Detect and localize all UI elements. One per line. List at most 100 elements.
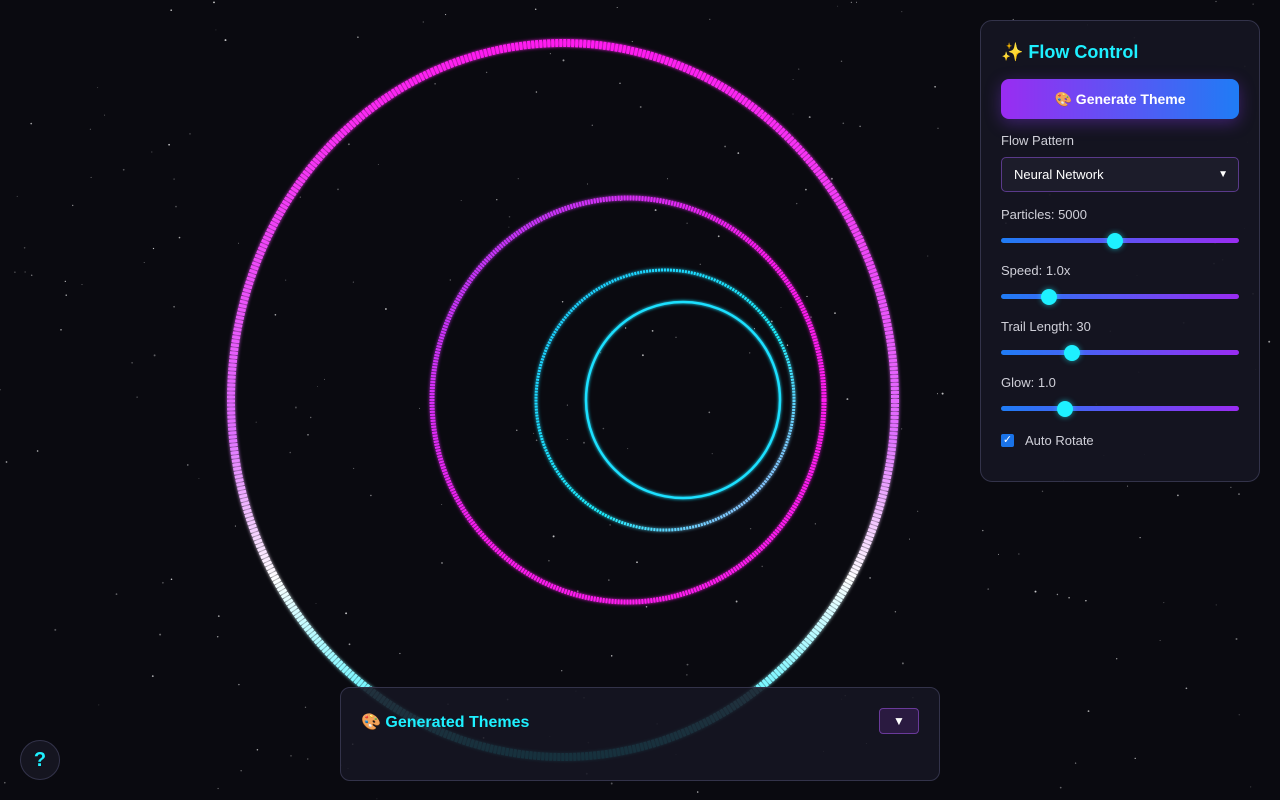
help-button[interactable]: ?: [20, 740, 60, 780]
star: [90, 176, 92, 178]
star: [894, 611, 897, 613]
star: [376, 798, 378, 800]
star: [508, 226, 510, 228]
star: [1238, 493, 1240, 495]
star: [173, 178, 175, 180]
star: [982, 529, 984, 532]
star: [651, 330, 654, 332]
star: [289, 451, 291, 454]
slider[interactable]: [1001, 233, 1239, 249]
star: [549, 53, 551, 55]
star: [441, 562, 443, 564]
star: [352, 281, 354, 283]
slider-track[interactable]: [1001, 350, 1239, 355]
generate-theme-button[interactable]: 🎨 Generate Theme: [1001, 79, 1239, 119]
star: [98, 704, 100, 706]
star: [255, 421, 257, 423]
star: [370, 494, 372, 497]
star: [175, 205, 177, 208]
star: [552, 535, 555, 538]
star: [65, 294, 67, 296]
star: [307, 433, 309, 436]
star: [627, 448, 629, 450]
star: [168, 143, 170, 146]
star: [1068, 596, 1070, 599]
star: [516, 429, 518, 431]
star: [901, 428, 903, 430]
star: [609, 524, 611, 526]
star: [238, 683, 240, 686]
star: [814, 523, 816, 525]
star: [859, 125, 861, 128]
star: [792, 113, 794, 115]
star: [810, 316, 812, 318]
slider-thumb[interactable]: [1040, 289, 1057, 305]
slider-thumb[interactable]: [1107, 233, 1124, 249]
star: [136, 396, 138, 398]
star: [256, 748, 259, 751]
star: [749, 352, 751, 354]
slider-track[interactable]: [1001, 406, 1239, 411]
auto-rotate-row[interactable]: ✓ Auto Rotate: [1001, 431, 1239, 449]
star: [315, 603, 317, 605]
star: [122, 168, 125, 171]
star: [869, 576, 872, 579]
star: [1252, 3, 1254, 5]
star: [1056, 593, 1059, 596]
star: [533, 432, 535, 434]
slider[interactable]: [1001, 289, 1239, 305]
star: [1018, 553, 1020, 555]
star: [987, 588, 990, 590]
star: [1116, 658, 1118, 660]
slider[interactable]: [1001, 401, 1239, 417]
star: [104, 114, 106, 116]
star: [309, 416, 312, 419]
star: [1074, 762, 1077, 764]
star: [654, 209, 657, 212]
star: [240, 770, 242, 772]
star: [81, 283, 83, 286]
star: [441, 503, 443, 505]
star: [749, 528, 752, 530]
star: [143, 262, 145, 263]
star: [901, 11, 903, 13]
star: [850, 1, 853, 4]
star: [753, 328, 756, 330]
star: [566, 439, 568, 441]
star: [1268, 340, 1271, 343]
star: [1230, 486, 1232, 488]
flow-control-panel: ✨ Flow Control 🎨 Generate Theme Flow Pat…: [980, 20, 1260, 482]
flow-pattern-select[interactable]: Neural Network ▼: [1001, 157, 1239, 192]
slider[interactable]: [1001, 345, 1239, 361]
slider-thumb[interactable]: [1057, 401, 1074, 417]
star: [434, 82, 436, 85]
star: [290, 755, 292, 757]
flow-ring-core: [584, 300, 782, 500]
slider-label: Speed: 1.0x: [1001, 263, 1071, 278]
star: [224, 39, 227, 42]
star: [937, 127, 939, 129]
star: [610, 655, 613, 657]
flow-pattern-label: Flow Pattern: [1001, 133, 1074, 148]
star: [16, 195, 18, 197]
star: [170, 9, 173, 12]
auto-rotate-checkbox[interactable]: ✓: [1001, 433, 1014, 447]
star: [619, 82, 621, 84]
star: [460, 199, 462, 202]
star: [534, 8, 537, 10]
star: [667, 178, 668, 180]
themes-toggle-button[interactable]: ▼: [879, 708, 919, 734]
slider-track[interactable]: [1001, 294, 1239, 299]
star: [770, 320, 773, 323]
star: [805, 188, 807, 191]
star: [1163, 602, 1165, 604]
star: [842, 122, 845, 125]
star: [840, 60, 843, 62]
star: [535, 91, 538, 93]
star: [1215, 0, 1217, 3]
slider-thumb[interactable]: [1064, 345, 1081, 361]
star: [377, 164, 379, 165]
star: [285, 279, 287, 281]
star: [173, 305, 175, 308]
star: [399, 652, 401, 655]
